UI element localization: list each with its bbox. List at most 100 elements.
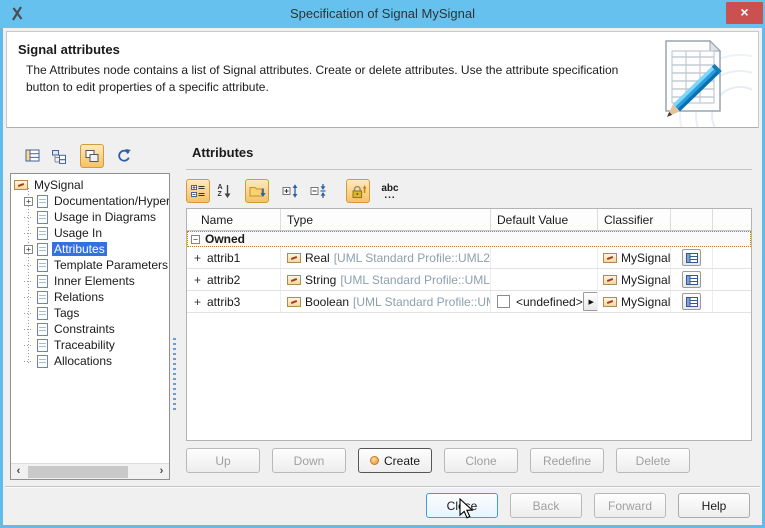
cell-default-value[interactable]: [491, 269, 598, 290]
tree-item-tags[interactable]: Tags: [11, 305, 169, 321]
table-row-attrib2[interactable]: + attrib2 String [UML Standard Profile::…: [187, 269, 751, 291]
tree-item-allocations[interactable]: Allocations: [11, 353, 169, 369]
sort-alphabetically-icon[interactable]: AZ: [212, 179, 236, 203]
document-icon: [37, 227, 48, 240]
document-icon: [37, 339, 48, 352]
tree-item-usage-in[interactable]: Usage In: [11, 225, 169, 241]
attributes-table: Name Type Default Value Classifier − Own…: [186, 208, 752, 441]
edit-abc-icon[interactable]: abc ...: [376, 179, 404, 203]
document-icon: [37, 259, 48, 272]
attribute-name: attrib3: [207, 295, 240, 309]
cell-name[interactable]: + attrib2: [187, 269, 281, 290]
window-title: Specification of Signal MySignal: [0, 6, 765, 21]
signal-icon: [14, 180, 28, 190]
refresh-icon[interactable]: [112, 144, 136, 168]
forward-button[interactable]: Forward: [594, 493, 666, 518]
group-by-hierarchy-icon[interactable]: [245, 179, 269, 203]
cell-name[interactable]: + attrib1: [187, 247, 281, 268]
tree-connector: [24, 345, 33, 346]
structure-view-icon[interactable]: [80, 144, 104, 168]
column-header-type[interactable]: Type: [281, 209, 491, 230]
document-icon: [37, 323, 48, 336]
tree-item-constraints[interactable]: Constraints: [11, 321, 169, 337]
tree-item-attributes[interactable]: + Attributes: [11, 241, 169, 257]
tree-item-documentation[interactable]: + Documentation/Hyperlin: [11, 193, 169, 209]
tree-item-mysignal[interactable]: MySignal: [11, 177, 169, 193]
type-name: Boolean: [305, 295, 349, 309]
tree-connector: [24, 329, 33, 330]
column-header-blank: [713, 209, 751, 230]
specification-dialog: Specification of Signal MySignal × Signa…: [0, 0, 765, 528]
properties-view-icon[interactable]: [21, 144, 45, 168]
attribute-specification-button[interactable]: [682, 249, 701, 266]
column-header-classifier[interactable]: Classifier: [598, 209, 671, 230]
cell-classifier[interactable]: MySignal […: [598, 291, 671, 312]
tree-item-inner-elements[interactable]: Inner Elements: [11, 273, 169, 289]
down-button[interactable]: Down: [272, 448, 346, 473]
close-window-button[interactable]: ×: [726, 2, 763, 24]
tree-item-usage-in-diagrams[interactable]: Usage in Diagrams: [11, 209, 169, 225]
grouped-list-icon[interactable]: [186, 179, 210, 203]
cell-name[interactable]: + attrib3: [187, 291, 281, 312]
title-bar[interactable]: Specification of Signal MySignal ×: [0, 0, 765, 28]
header-title: Signal attributes: [18, 42, 120, 57]
datatype-icon: [287, 275, 301, 285]
classifier-name: MySignal: [621, 251, 670, 265]
dialog-header: Signal attributes The Attributes node co…: [6, 31, 759, 128]
attributes-toolbar: AZ abc ...: [186, 178, 404, 204]
tree-horizontal-scrollbar[interactable]: ‹ ›: [11, 463, 169, 479]
expand-all-icon[interactable]: [278, 179, 302, 203]
default-value: <undefined>: [516, 295, 583, 309]
type-name: String: [305, 273, 336, 287]
default-value-checkbox[interactable]: [497, 295, 510, 308]
containment-tree-icon[interactable]: [47, 144, 71, 168]
cell-classifier[interactable]: MySignal […: [598, 247, 671, 268]
attribute-specification-button[interactable]: [682, 293, 701, 310]
scroll-left-icon[interactable]: ‹: [11, 464, 26, 479]
datatype-icon: [287, 253, 301, 263]
column-header-default-value[interactable]: Default Value: [491, 209, 598, 230]
row-expand-icon[interactable]: +: [194, 273, 202, 287]
attribute-specification-button[interactable]: [682, 271, 701, 288]
scrollbar-thumb[interactable]: [28, 466, 128, 478]
scroll-right-icon[interactable]: ›: [154, 464, 169, 479]
tree-item-relations[interactable]: Relations: [11, 289, 169, 305]
help-button[interactable]: Help: [678, 493, 750, 518]
cell-type[interactable]: Boolean [UML Standard Profile::UML2 Me…: [281, 291, 491, 312]
tree-item-template-parameters[interactable]: Template Parameters: [11, 257, 169, 273]
expand-plus-icon[interactable]: +: [24, 245, 33, 254]
create-dot-icon: [370, 456, 379, 465]
column-header-name[interactable]: Name: [187, 209, 281, 230]
up-button[interactable]: Up: [186, 448, 260, 473]
tree-connector: [24, 265, 33, 266]
signal-icon: [603, 297, 617, 307]
lock-order-icon[interactable]: [346, 179, 370, 203]
footer-separator: [5, 486, 760, 488]
cell-type[interactable]: String [UML Standard Profile::UML2 Meta…: [281, 269, 491, 290]
table-row-attrib1[interactable]: + attrib1 Real [UML Standard Profile::UM…: [187, 247, 751, 269]
document-icon: [37, 291, 48, 304]
clone-button[interactable]: Clone: [444, 448, 518, 473]
delete-button[interactable]: Delete: [616, 448, 690, 473]
cell-type[interactable]: Real [UML Standard Profile::UML2 Meta…: [281, 247, 491, 268]
mouse-cursor: [455, 498, 475, 523]
panel-splitter[interactable]: [173, 338, 176, 410]
row-expand-icon[interactable]: +: [194, 295, 202, 309]
group-row-owned[interactable]: − Owned: [187, 231, 751, 247]
cell-default-value[interactable]: <undefined> ▶: [491, 291, 598, 312]
cell-classifier[interactable]: MySignal […: [598, 269, 671, 290]
dropdown-arrow-button[interactable]: ▶: [583, 292, 598, 311]
collapse-minus-icon[interactable]: −: [191, 235, 200, 244]
tree-connector: [24, 313, 33, 314]
table-row-attrib3[interactable]: + attrib3 Boolean [UML Standard Profile:…: [187, 291, 751, 313]
redefine-button[interactable]: Redefine: [530, 448, 604, 473]
row-expand-icon[interactable]: +: [194, 251, 202, 265]
expand-plus-icon[interactable]: +: [24, 197, 33, 206]
tree-connector: [24, 297, 33, 298]
cell-default-value[interactable]: [491, 247, 598, 268]
tree-item-traceability[interactable]: Traceability: [11, 337, 169, 353]
create-button[interactable]: Create: [358, 448, 432, 473]
back-button[interactable]: Back: [510, 493, 582, 518]
cell-blank: [713, 269, 751, 290]
collapse-all-icon[interactable]: [306, 179, 330, 203]
